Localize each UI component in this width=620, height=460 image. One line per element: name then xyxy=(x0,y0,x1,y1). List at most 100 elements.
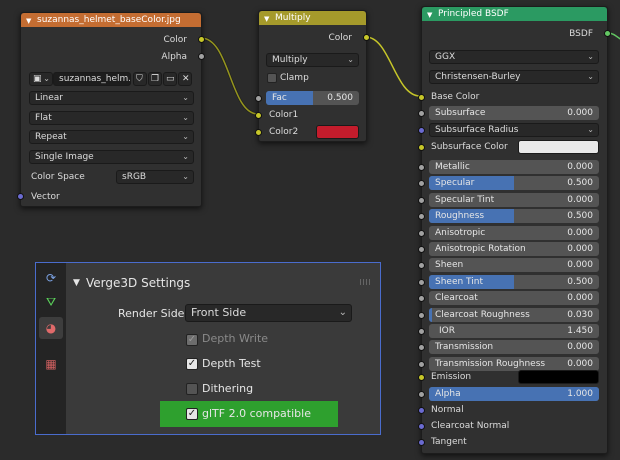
color-space-label: Color Space xyxy=(31,172,85,182)
collapse-icon[interactable]: ▼ xyxy=(73,273,80,293)
clearcoat-normal-label: Clearcoat Normal xyxy=(431,421,510,431)
clearcoat-normal-socket[interactable] xyxy=(418,423,425,430)
distribution-dropdown[interactable]: GGX ⌄ xyxy=(429,50,599,64)
chevron-down-icon: ⌄ xyxy=(587,52,594,61)
bsdf-output-socket[interactable] xyxy=(604,30,611,37)
tangent-label: Tangent xyxy=(431,437,467,447)
image-name-field[interactable]: suzannas_helm... xyxy=(53,72,131,86)
duplicate-image-button[interactable]: ❐ xyxy=(148,72,162,86)
bsdf-input-socket[interactable] xyxy=(418,295,425,302)
normal-socket[interactable] xyxy=(418,407,425,414)
bsdf-node-header[interactable]: ▼ Principled BSDF xyxy=(422,7,607,21)
drag-grip-icon[interactable] xyxy=(360,279,372,285)
base-color-socket[interactable] xyxy=(418,94,425,101)
bsdf-field-anisotropic[interactable]: Anisotropic 0.000 xyxy=(429,226,599,240)
shield-icon: ⛉ xyxy=(136,74,143,84)
dithering-checkbox[interactable] xyxy=(186,383,198,395)
fake-user-button[interactable]: ⛉ xyxy=(133,72,147,86)
subsurface-field[interactable]: Subsurface 0.000 xyxy=(429,106,599,120)
bsdf-input-socket[interactable] xyxy=(418,279,425,286)
bsdf-field-sheen[interactable]: Sheen 0.000 xyxy=(429,258,599,272)
emission-swatch[interactable] xyxy=(518,370,599,384)
color2-input-socket[interactable] xyxy=(255,129,262,136)
source-dropdown[interactable]: Single Image ⌄ xyxy=(29,150,194,164)
material-tab[interactable]: ◕ xyxy=(39,317,63,339)
bsdf-input-socket[interactable] xyxy=(418,328,425,335)
output-color-socket[interactable] xyxy=(363,34,370,41)
bsdf-field-transmission[interactable]: Transmission 0.000 xyxy=(429,340,599,354)
bsdf-input-socket[interactable] xyxy=(418,180,425,187)
color2-swatch[interactable] xyxy=(316,125,359,139)
bsdf-field-transmission-roughness[interactable]: Transmission Roughness 0.000 xyxy=(429,357,599,371)
emission-label: Emission xyxy=(431,372,472,382)
depth-write-label: Depth Write xyxy=(202,332,269,345)
render-side-dropdown[interactable]: Front Side ⌄ xyxy=(185,304,352,322)
bsdf-input-socket[interactable] xyxy=(418,312,425,319)
unlink-image-button[interactable]: ✕ xyxy=(178,72,192,86)
color-space-dropdown[interactable]: sRGB ⌄ xyxy=(116,170,194,184)
interpolation-dropdown[interactable]: Linear ⌄ xyxy=(29,91,194,105)
panel-body: ▼ Verge3D Settings Render Side Front Sid… xyxy=(66,263,380,434)
bsdf-field-roughness[interactable]: Roughness 0.500 xyxy=(429,209,599,223)
subsurface-radius-socket[interactable] xyxy=(418,127,425,134)
bsdf-field-clearcoat-roughness[interactable]: Clearcoat Roughness 0.030 xyxy=(429,308,599,322)
vector-input-socket[interactable] xyxy=(17,193,24,200)
clamp-checkbox[interactable] xyxy=(267,73,277,83)
texture-icon: ▦ xyxy=(45,357,57,371)
bsdf-input-socket[interactable] xyxy=(418,230,425,237)
projection-dropdown[interactable]: Flat ⌄ xyxy=(29,111,194,125)
extension-dropdown[interactable]: Repeat ⌄ xyxy=(29,130,194,144)
alpha-socket[interactable] xyxy=(418,391,425,398)
bsdf-input-socket[interactable] xyxy=(418,246,425,253)
subsurface-color-socket[interactable] xyxy=(418,144,425,151)
collapse-icon[interactable]: ▼ xyxy=(26,14,31,27)
subsurface-socket[interactable] xyxy=(418,110,425,117)
bsdf-input-socket[interactable] xyxy=(418,262,425,269)
output-alpha-socket[interactable] xyxy=(198,53,205,60)
bsdf-field-metallic[interactable]: Metallic 0.000 xyxy=(429,160,599,174)
fac-input-socket[interactable] xyxy=(255,95,262,102)
depth-write-checkbox[interactable]: ✓ xyxy=(186,334,198,346)
collapse-icon[interactable]: ▼ xyxy=(427,8,432,21)
bsdf-input-socket[interactable] xyxy=(418,197,425,204)
bsdf-field-specular[interactable]: Specular 0.500 xyxy=(429,176,599,190)
bsdf-input-socket[interactable] xyxy=(418,213,425,220)
output-color-socket[interactable] xyxy=(198,36,205,43)
dithering-label: Dithering xyxy=(202,382,254,395)
bsdf-field-sheen-tint[interactable]: Sheen Tint 0.500 xyxy=(429,275,599,289)
collapse-icon[interactable]: ▼ xyxy=(264,12,269,25)
color1-input-socket[interactable] xyxy=(255,112,262,119)
bsdf-input-socket[interactable] xyxy=(418,344,425,351)
subsurface-color-label: Subsurface Color xyxy=(431,142,508,152)
image-browse-button[interactable]: ▣ ⌄ xyxy=(29,72,53,86)
bsdf-input-socket[interactable] xyxy=(418,361,425,368)
bsdf-input-socket[interactable] xyxy=(418,164,425,171)
multiply-node[interactable]: ▼ Multiply Color Multiply ⌄ Clamp Fac 0.5… xyxy=(255,10,370,142)
subsurface-method-dropdown[interactable]: Christensen-Burley ⌄ xyxy=(429,70,599,84)
chevron-down-icon: ⌄ xyxy=(182,132,189,141)
image-texture-node[interactable]: ▼ suzannas_helmet_baseColor.jpg Color Al… xyxy=(17,12,205,207)
tangent-socket[interactable] xyxy=(418,439,425,446)
subsurface-radius-dropdown[interactable]: Subsurface Radius ⌄ xyxy=(429,123,599,137)
alpha-field[interactable]: Alpha 1.000 xyxy=(429,387,599,401)
depth-test-checkbox[interactable]: ✓ xyxy=(186,358,198,370)
object-data-tab[interactable]: ⟳ xyxy=(39,267,63,289)
bsdf-field-specular-tint[interactable]: Specular Tint 0.000 xyxy=(429,193,599,207)
blend-mode-dropdown[interactable]: Multiply ⌄ xyxy=(266,53,359,67)
image-node-header[interactable]: ▼ suzannas_helmet_baseColor.jpg xyxy=(21,13,201,27)
principled-bsdf-node[interactable]: ▼ Principled BSDF BSDF GGX ⌄ Christensen-… xyxy=(418,6,611,454)
bsdf-field-anisotropic-rotation[interactable]: Anisotropic Rotation 0.000 xyxy=(429,242,599,256)
verge3d-settings-panel[interactable]: ⟳ ⛛ ◕ ▦ ▼ Verge3D Settings Render Side F… xyxy=(35,262,381,435)
gltf-compat-checkbox[interactable]: ✓ xyxy=(186,408,198,420)
multiply-node-header[interactable]: ▼ Multiply xyxy=(259,11,366,25)
open-image-button[interactable]: ▭ xyxy=(163,72,177,86)
panel-header[interactable]: ▼ Verge3D Settings xyxy=(66,273,380,293)
subsurface-color-swatch[interactable] xyxy=(518,140,599,154)
emission-socket[interactable] xyxy=(418,374,425,381)
node-tree-tab[interactable]: ⛛ xyxy=(39,291,63,313)
bsdf-field-ior[interactable]: IOR 1.450 xyxy=(429,324,599,338)
texture-tab[interactable]: ▦ xyxy=(39,353,63,375)
bsdf-field-clearcoat[interactable]: Clearcoat 0.000 xyxy=(429,291,599,305)
gltf-compat-highlight[interactable]: ✓ glTF 2.0 compatible xyxy=(160,401,338,427)
fac-slider[interactable]: Fac 0.500 xyxy=(266,91,359,105)
